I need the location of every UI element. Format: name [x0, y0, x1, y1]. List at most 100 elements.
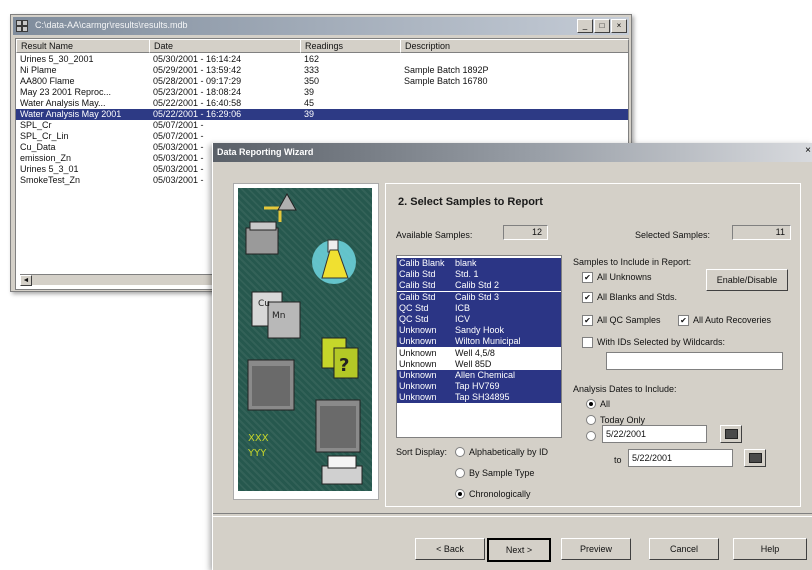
all-auto-recoveries-checkbox[interactable]: ✔: [678, 315, 689, 326]
triangle-icon: [277, 192, 297, 211]
wizard-close-icon[interactable]: ×: [805, 145, 811, 156]
sort-chronological-label: Chronologically: [469, 489, 531, 499]
cell-name: emission_Zn: [20, 153, 72, 163]
sample-list-item[interactable]: Calib Std Std. 1: [397, 269, 561, 281]
cell-readings: 162: [304, 54, 320, 64]
yyy-label: YYY: [247, 448, 267, 459]
sort-alphabetical-radio[interactable]: [455, 447, 465, 457]
next-button[interactable]: Next >: [487, 538, 551, 562]
sample-type: Calib Std: [399, 280, 436, 291]
cell-name: SmokeTest_Zn: [20, 175, 81, 185]
all-qc-samples-label: All QC Samples: [597, 315, 661, 325]
documents-icon: Mn Cu: [251, 291, 301, 339]
calendar-from-button[interactable]: [720, 425, 742, 443]
sample-list-item[interactable]: Unknown Wilton Municipal: [397, 336, 561, 348]
table-row[interactable]: Urines 5_30_2001 05/30/2001 - 16:14:24 162: [16, 54, 628, 65]
cell-name: Ni Plame: [20, 65, 57, 75]
step-title: 2. Select Samples to Report: [398, 196, 543, 208]
wizard-illustration: Mn Cu ? XXX YYY: [233, 183, 379, 500]
wizard-title-bar[interactable]: Data Reporting Wizard ×: [213, 143, 812, 162]
sample-list-item[interactable]: Unknown Sandy Hook: [397, 325, 561, 337]
table-row[interactable]: Water Analysis May... 05/22/2001 - 16:40:…: [16, 98, 628, 109]
cell-readings: 39: [304, 109, 315, 119]
today-only-radio[interactable]: [586, 415, 596, 425]
table-row[interactable]: May 23 2001 Reproc... 05/23/2001 - 18:08:…: [16, 87, 628, 98]
sample-list-item[interactable]: Unknown Tap HV769: [397, 381, 561, 393]
flask-icon: [312, 239, 356, 284]
sample-list-item[interactable]: Unknown Allen Chemical: [397, 370, 561, 381]
sample-type: Calib Blank: [399, 258, 445, 268]
sample-list-item[interactable]: QC Std ICV: [397, 314, 561, 325]
sort-display-label: Sort Display:: [396, 447, 448, 457]
column-header-readings[interactable]: Readings: [300, 39, 401, 53]
sort-chronological-radio[interactable]: [455, 489, 465, 499]
sample-list-item[interactable]: Calib Blank blank: [397, 258, 561, 269]
selected-samples-count: 11: [732, 225, 791, 240]
all-dates-label: All: [600, 399, 611, 409]
table-row[interactable]: SPL_Cr 05/07/2001 -: [16, 120, 628, 131]
maximize-button[interactable]: □: [594, 19, 610, 33]
cell-description: Sample Batch 1892P: [404, 65, 489, 75]
wildcard-input[interactable]: [606, 352, 783, 370]
date-from-input[interactable]: 5/22/2001: [602, 425, 707, 443]
sample-type: QC Std: [399, 302, 429, 313]
sample-type: Calib Std: [399, 269, 436, 280]
wizard-window: Data Reporting Wizard × Mn Cu ? XXX YYY …: [212, 143, 812, 570]
results-title-bar[interactable]: C:\data-AA\carmgr\results\results.mdb _ …: [13, 17, 629, 35]
sample-id: Well 4,5/8: [455, 347, 495, 358]
enable-disable-button[interactable]: Enable/Disable: [706, 269, 788, 291]
all-unknowns-checkbox[interactable]: ✔: [582, 272, 593, 283]
cell-name: Cu_Data: [20, 142, 56, 152]
sample-id: Calib Std 2: [455, 280, 500, 291]
app-grid-icon: [16, 20, 28, 32]
minimize-button[interactable]: _: [577, 19, 593, 33]
sample-list-item[interactable]: Unknown Well 85D: [397, 359, 561, 370]
cell-readings: 39: [304, 87, 315, 97]
report-flow-illustration: Mn Cu ? XXX YYY: [245, 192, 363, 485]
table-row[interactable]: Water Analysis May 2001 05/22/2001 - 16:2…: [16, 109, 628, 120]
sample-id: Std. 1: [455, 269, 479, 280]
all-blanks-stds-checkbox[interactable]: ✔: [582, 292, 593, 303]
horizontal-scrollbar[interactable]: ◄: [20, 274, 230, 286]
date-to-input[interactable]: 5/22/2001: [628, 449, 733, 467]
all-qc-samples-checkbox[interactable]: ✔: [582, 315, 593, 326]
sample-id: Calib Std 3: [455, 291, 500, 302]
results-window-title: C:\data-AA\carmgr\results\results.mdb: [35, 20, 188, 30]
sort-sample-type-radio[interactable]: [455, 468, 465, 478]
calendar-to-button[interactable]: [744, 449, 766, 467]
back-button[interactable]: < Back: [415, 538, 485, 560]
cancel-button[interactable]: Cancel: [649, 538, 719, 560]
sample-list-item[interactable]: Unknown Tap SH34895: [397, 392, 561, 404]
cell-name: Water Analysis May...: [20, 98, 106, 108]
all-dates-radio[interactable]: [586, 399, 596, 409]
calendar-icon: [749, 453, 762, 463]
table-row[interactable]: AA800 Flame 05/28/2001 - 09:17:29 350 Sampl…: [16, 76, 628, 87]
cell-date: 05/30/2001 - 16:14:24: [153, 54, 242, 64]
sample-list-item[interactable]: QC Std ICB: [397, 302, 561, 314]
date-range-radio[interactable]: [586, 431, 596, 441]
preview-button[interactable]: Preview: [561, 538, 631, 560]
cell-name: May 23 2001 Reproc...: [20, 87, 112, 97]
column-header-date[interactable]: Date: [149, 39, 301, 53]
column-header-description[interactable]: Description: [400, 39, 629, 53]
help-button[interactable]: Help: [733, 538, 807, 560]
sample-list-item[interactable]: Calib Std Calib Std 2: [397, 280, 561, 292]
wildcards-checkbox[interactable]: [582, 337, 593, 348]
all-unknowns-label: All Unknowns: [597, 272, 652, 282]
analysis-dates-label: Analysis Dates to Include:: [573, 384, 677, 394]
include-label: Samples to Include in Report:: [573, 257, 692, 267]
samples-list[interactable]: Calib Blank blank Calib Std Std. 1 Calib Std…: [396, 255, 562, 438]
table-row[interactable]: Ni Plame 05/29/2001 - 13:59:42 333 Sample B…: [16, 65, 628, 76]
sample-id: blank: [455, 258, 477, 268]
sample-list-item[interactable]: Calib Std Calib Std 3: [397, 291, 561, 303]
cell-date: 05/28/2001 - 09:17:29: [153, 76, 242, 86]
scroll-left-icon[interactable]: ◄: [20, 275, 32, 286]
sample-type: Unknown: [399, 336, 437, 347]
column-header-result-name[interactable]: Result Name: [16, 39, 150, 53]
results-list-header: Result Name Date Readings Description: [16, 39, 629, 53]
table-row[interactable]: SPL_Cr_Lin 05/07/2001 -: [16, 131, 628, 142]
xxx-label: XXX: [248, 433, 269, 444]
sample-list-item[interactable]: Unknown Well 4,5/8: [397, 348, 561, 359]
all-auto-recoveries-label: All Auto Recoveries: [693, 315, 772, 325]
close-button[interactable]: ×: [611, 19, 627, 33]
